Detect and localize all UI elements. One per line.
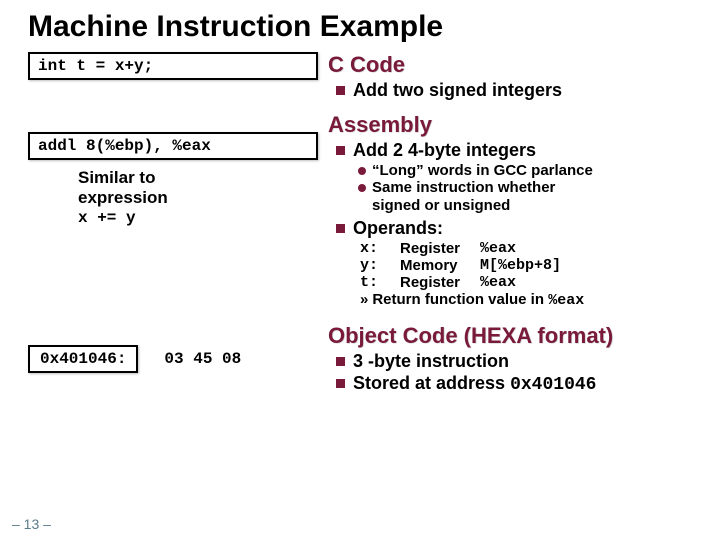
object-code-address-box: 0x401046: <box>28 345 138 373</box>
operand-kind: Register <box>400 274 480 291</box>
asm-sub-2b: signed or unsigned <box>372 197 510 214</box>
asm-sub-2: Same instruction whether signed or unsig… <box>372 179 555 214</box>
asm-bullet-1: Add 2 4-byte integers <box>353 140 536 161</box>
return-text: Return function value in <box>372 291 548 308</box>
asm-sub-1: “Long” words in GCC parlance <box>372 162 593 179</box>
circle-bullet-icon <box>358 184 366 192</box>
obj-bullet-2-text: Stored at address <box>353 373 510 393</box>
operand-loc: M[%ebp+8] <box>480 257 561 274</box>
return-line: »Return function value in %eax <box>360 291 692 309</box>
square-bullet-icon <box>336 379 345 388</box>
slide-title: Machine Instruction Example <box>28 10 692 44</box>
operand-kind: Register <box>400 240 480 257</box>
operand-row: t: Register %eax <box>360 274 692 291</box>
operand-loc: %eax <box>480 240 516 257</box>
square-bullet-icon <box>336 224 345 233</box>
obj-bullet-1: 3 -byte instruction <box>353 351 509 372</box>
note-line1: Similar to <box>78 168 155 187</box>
asm-sub-2a: Same instruction whether <box>372 179 555 196</box>
c-code-bullet: Add two signed integers <box>353 80 562 101</box>
operand-loc: %eax <box>480 274 516 291</box>
page-number: – 13 – <box>12 516 51 532</box>
raquo-icon: » <box>360 291 368 308</box>
obj-bullet-2-addr: 0x401046 <box>510 375 596 395</box>
operand-row: y: Memory M[%ebp+8] <box>360 257 692 274</box>
object-code-bytes: 03 45 08 <box>164 345 241 373</box>
heading-assembly: Assembly <box>328 112 692 138</box>
right-column: C Code Add two signed integers Assembly … <box>328 52 692 396</box>
assembly-code-box: addl 8(%ebp), %eax <box>28 132 318 160</box>
square-bullet-icon <box>336 146 345 155</box>
note-line3: x += y <box>78 209 136 227</box>
note-block: Similar to expression x += y <box>78 168 318 227</box>
heading-c-code: C Code <box>328 52 692 78</box>
object-code-row: 0x401046: 03 45 08 <box>28 345 318 373</box>
square-bullet-icon <box>336 357 345 366</box>
note-line2: expression <box>78 188 168 207</box>
obj-bullet-2: Stored at address 0x401046 <box>353 373 596 395</box>
operand-kind: Memory <box>400 257 480 274</box>
heading-object-code: Object Code (HEXA format) <box>328 323 692 349</box>
asm-bullet-2: Operands: <box>353 218 443 239</box>
operand-name: x: <box>360 240 400 257</box>
circle-bullet-icon <box>358 167 366 175</box>
operand-grid: x: Register %eax y: Memory M[%ebp+8] t: … <box>360 240 692 291</box>
left-column: int t = x+y; addl 8(%ebp), %eax Similar … <box>28 52 318 396</box>
operand-name: y: <box>360 257 400 274</box>
c-code-box: int t = x+y; <box>28 52 318 80</box>
operand-row: x: Register %eax <box>360 240 692 257</box>
square-bullet-icon <box>336 86 345 95</box>
return-register: %eax <box>548 292 584 309</box>
operand-name: t: <box>360 274 400 291</box>
